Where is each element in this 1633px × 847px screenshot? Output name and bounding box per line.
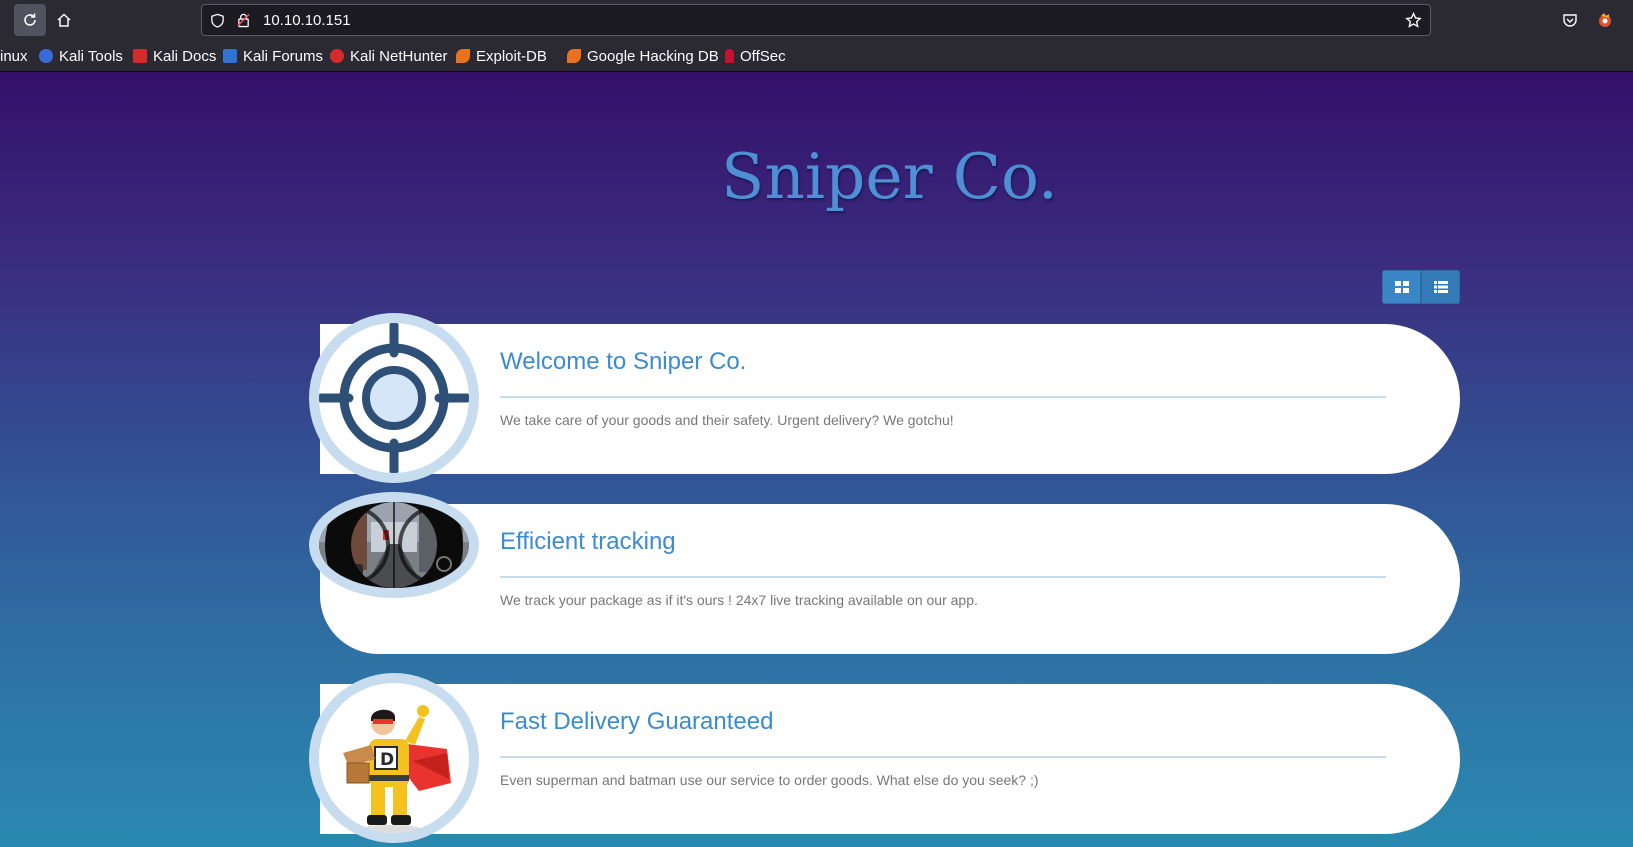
bookmarks-bar: inux Kali Tools Kali Docs Kali Forums Ka… bbox=[0, 40, 1633, 72]
list-view-button[interactable] bbox=[1421, 270, 1460, 304]
bookmark-label: Kali Tools bbox=[59, 47, 123, 65]
kali-docs-icon bbox=[133, 49, 147, 63]
pocket-icon bbox=[1563, 14, 1577, 27]
delivery-hero-image: D bbox=[343, 705, 451, 833]
card-title: Welcome to Sniper Co. bbox=[500, 348, 747, 375]
card-text: We track your package as if it's ours ! … bbox=[500, 592, 978, 608]
insecure-lock-icon[interactable] bbox=[236, 12, 251, 28]
badge-inner: D bbox=[319, 683, 469, 833]
site-title: Sniper Co. bbox=[721, 140, 1058, 213]
card-title: Efficient tracking bbox=[500, 528, 676, 555]
reload-icon bbox=[24, 13, 36, 26]
bookmark-label: Exploit-DB bbox=[476, 47, 547, 65]
feature-card: Efficient tracking We track your package… bbox=[320, 504, 1460, 654]
badge-inner bbox=[319, 323, 469, 473]
bookmark-label: inux bbox=[0, 47, 28, 65]
card-divider bbox=[500, 756, 1386, 758]
bookmark-kali-forums[interactable]: Kali Forums bbox=[223, 46, 323, 66]
card-divider bbox=[500, 396, 1386, 398]
home-button[interactable] bbox=[48, 4, 80, 36]
bookmark-kali-linux[interactable]: inux bbox=[0, 46, 28, 66]
bookmark-star-icon[interactable] bbox=[1405, 12, 1422, 29]
card-badge bbox=[309, 492, 479, 598]
url-text[interactable]: 10.10.10.151 bbox=[263, 12, 351, 29]
pocket-button[interactable] bbox=[1554, 4, 1586, 36]
bookmark-label: Kali Forums bbox=[243, 47, 324, 65]
card-text: We take care of your goods and their saf… bbox=[500, 412, 954, 428]
view-toggle bbox=[1382, 270, 1460, 304]
card-text: Even superman and batman use our service… bbox=[500, 772, 1039, 788]
bookmark-label: OffSec bbox=[740, 47, 786, 65]
feature-card: Welcome to Sniper Co. We take care of yo… bbox=[320, 324, 1460, 474]
ghdb-icon bbox=[567, 49, 581, 63]
card-divider bbox=[500, 576, 1386, 578]
card-title: Fast Delivery Guaranteed bbox=[500, 708, 774, 735]
offsec-icon bbox=[725, 49, 734, 63]
exploit-db-icon bbox=[456, 49, 470, 63]
card-badge: D bbox=[309, 673, 479, 843]
home-icon bbox=[57, 13, 71, 27]
scope-view-image bbox=[319, 502, 469, 588]
feature-card: Fast Delivery Guaranteed Even superman a… bbox=[320, 684, 1460, 834]
page-content: Sniper Co. Welcome to Sniper Co. We take… bbox=[0, 72, 1633, 847]
svg-text:D: D bbox=[380, 750, 394, 770]
browser-toolbar: 10.10.10.151 bbox=[0, 0, 1633, 40]
grid-view-button[interactable] bbox=[1382, 270, 1421, 304]
scope-view-image bbox=[319, 502, 469, 588]
bookmark-kali-docs[interactable]: Kali Docs bbox=[133, 46, 216, 66]
kali-nethunter-icon bbox=[330, 49, 344, 63]
bookmark-offsec[interactable]: OffSec bbox=[725, 46, 786, 66]
grid-icon bbox=[1394, 281, 1409, 293]
extension-button[interactable] bbox=[1589, 4, 1621, 36]
bookmark-google-hacking-db[interactable]: Google Hacking DB bbox=[567, 46, 719, 66]
address-bar[interactable]: 10.10.10.151 bbox=[201, 4, 1431, 36]
bookmark-label: Kali Docs bbox=[153, 47, 217, 65]
reload-button[interactable] bbox=[14, 4, 46, 36]
bookmark-exploit-db[interactable]: Exploit-DB bbox=[456, 46, 547, 66]
bookmark-label: Kali NetHunter bbox=[350, 47, 448, 65]
card-badge bbox=[309, 313, 479, 483]
kali-forums-icon bbox=[223, 49, 237, 63]
kali-tools-icon bbox=[39, 49, 53, 63]
crosshair-icon bbox=[319, 323, 469, 473]
extension-icon bbox=[1599, 13, 1611, 27]
bookmark-label: Google Hacking DB bbox=[587, 47, 719, 65]
bookmark-kali-tools[interactable]: Kali Tools bbox=[39, 46, 123, 66]
shield-icon[interactable] bbox=[210, 13, 225, 28]
bookmark-kali-nethunter[interactable]: Kali NetHunter bbox=[330, 46, 448, 66]
list-icon bbox=[1433, 281, 1448, 293]
